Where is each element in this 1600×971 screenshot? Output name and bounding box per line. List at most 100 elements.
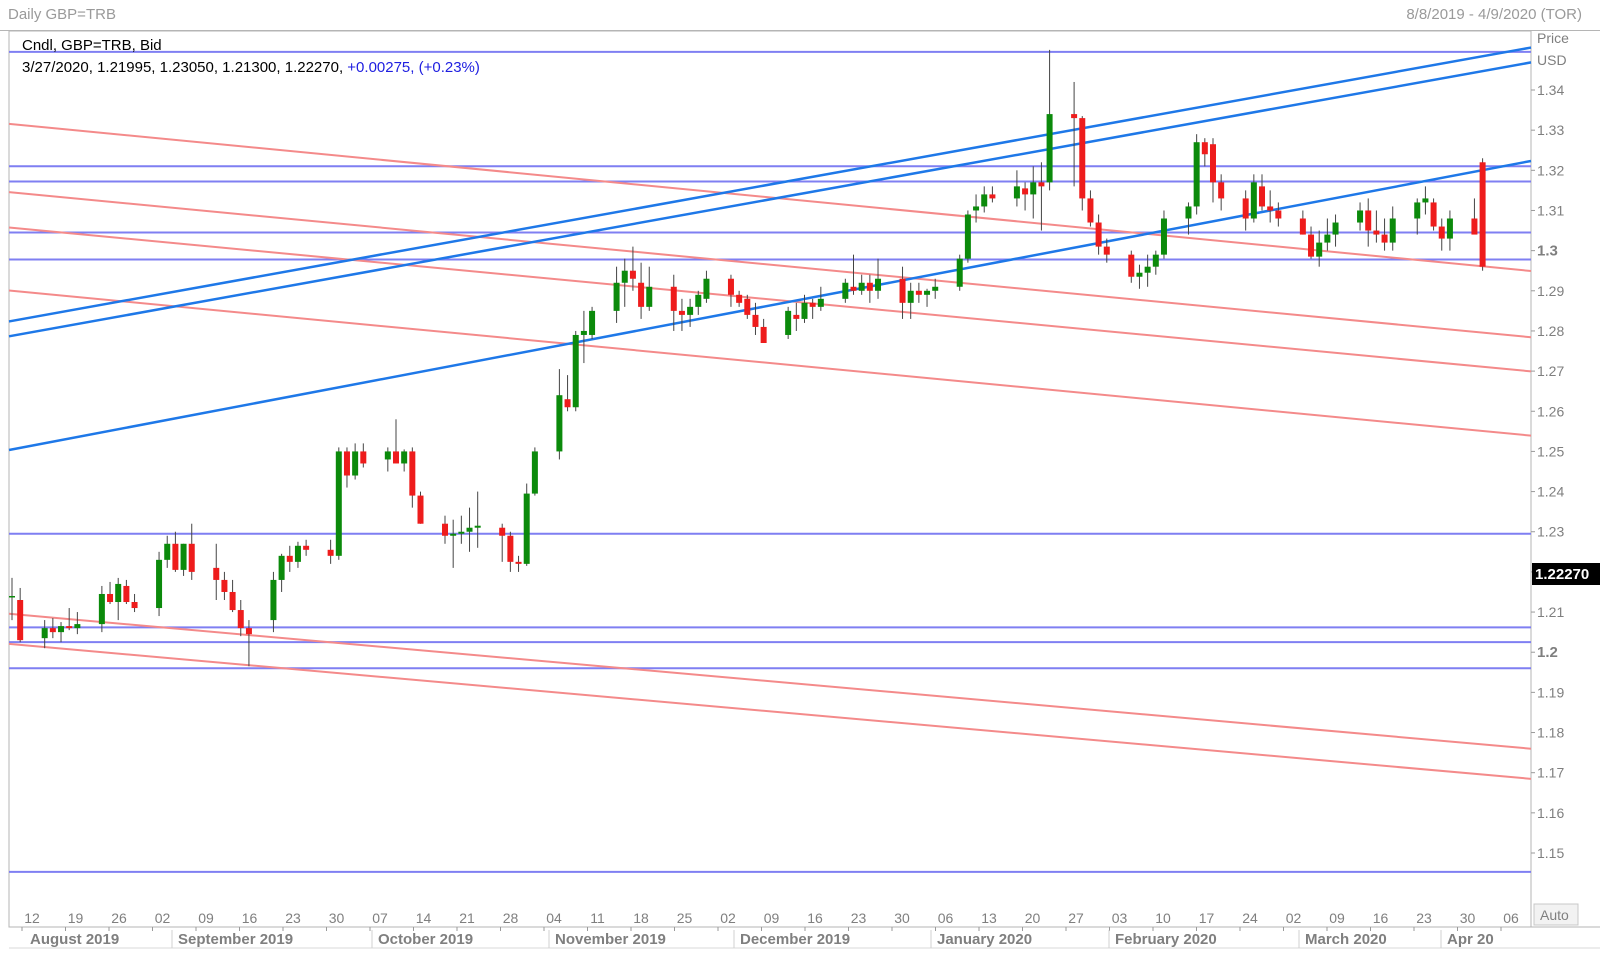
candle-body-76 xyxy=(875,278,882,291)
x-tick-label-7: 30 xyxy=(329,910,345,926)
candle-body-48 xyxy=(564,399,571,408)
candle-body-59 xyxy=(687,306,694,315)
candle-body-45 xyxy=(523,493,530,564)
candle-body-41 xyxy=(474,525,481,528)
candle-body-57 xyxy=(670,286,677,311)
y-tick-label-8: 1.23 xyxy=(1537,524,1564,540)
last-price-label: 1.22270 xyxy=(1535,566,1589,583)
candle-body-27 xyxy=(327,549,334,556)
x-tick-label-18: 16 xyxy=(807,910,823,926)
x-tick-label-28: 24 xyxy=(1242,910,1258,926)
candle-body-69 xyxy=(801,302,808,319)
candle-body-112 xyxy=(1299,218,1306,235)
y-tick-label-4: 1.19 xyxy=(1537,684,1564,700)
legend-line-1: Cndl, GBP=TRB, Bid xyxy=(22,37,162,54)
month-label-8: Apr 20 xyxy=(1447,931,1494,948)
x-tick-label-14: 18 xyxy=(633,910,649,926)
x-tick-label-5: 16 xyxy=(242,910,258,926)
candle-body-39 xyxy=(458,531,465,534)
candle-body-72 xyxy=(842,282,849,299)
candle-body-67 xyxy=(785,310,792,335)
candle-body-78 xyxy=(907,290,914,303)
x-tick-label-24: 27 xyxy=(1068,910,1084,926)
y-tick-label-17: 1.32 xyxy=(1537,162,1564,178)
candle-body-12 xyxy=(156,559,163,609)
candle-body-100 xyxy=(1152,254,1159,267)
candle-body-8 xyxy=(107,593,114,603)
y-tick-label-1: 1.16 xyxy=(1537,805,1564,821)
x-tick-label-19: 23 xyxy=(851,910,867,926)
candle-body-34 xyxy=(401,451,408,464)
candle-body-32 xyxy=(384,451,391,460)
candle-body-98 xyxy=(1136,272,1143,277)
candle-body-77 xyxy=(899,278,906,303)
x-tick-label-30: 09 xyxy=(1329,910,1345,926)
candle-body-49 xyxy=(572,334,579,408)
candle-body-80 xyxy=(924,290,931,295)
x-tick-label-0: 12 xyxy=(24,910,40,926)
x-tick-label-2: 26 xyxy=(111,910,127,926)
candlestick-chart[interactable]: 1.151.161.171.181.191.21.211.221.231.241… xyxy=(0,0,1600,971)
candle-body-21 xyxy=(245,628,252,635)
y-tick-label-3: 1.18 xyxy=(1537,725,1564,741)
candle-body-92 xyxy=(1071,114,1078,119)
candle-body-114 xyxy=(1316,242,1323,257)
candle-body-1 xyxy=(17,600,24,641)
x-tick-label-10: 21 xyxy=(459,910,475,926)
candle-body-44 xyxy=(515,561,522,564)
time-axis: 12 19 26 02 09 16 23 30 07 14 21 28 04 11 18 25 02 09 16 23… xyxy=(21,910,1519,948)
price-axis-unit: USD xyxy=(1537,52,1567,68)
x-tick-label-11: 28 xyxy=(503,910,519,926)
candle-body-105 xyxy=(1209,144,1216,183)
candle-body-116 xyxy=(1332,222,1339,235)
candle-body-31 xyxy=(360,451,367,464)
candle-body-47 xyxy=(556,395,563,452)
candle-body-35 xyxy=(409,451,416,496)
candle-body-52 xyxy=(613,282,620,311)
candle-body-13 xyxy=(164,543,171,560)
x-tick-label-32: 23 xyxy=(1416,910,1432,926)
x-tick-label-6: 23 xyxy=(285,910,301,926)
y-tick-label-19: 1.34 xyxy=(1537,82,1564,98)
candle-body-33 xyxy=(392,451,399,464)
candle-body-96 xyxy=(1103,246,1110,255)
candle-body-18 xyxy=(221,579,228,592)
month-label-2: October 2019 xyxy=(378,931,473,948)
y-tick-label-16: 1.31 xyxy=(1537,202,1564,218)
candle-body-10 xyxy=(123,585,130,603)
candle-body-103 xyxy=(1193,142,1200,207)
x-tick-label-21: 06 xyxy=(938,910,954,926)
candle-body-82 xyxy=(956,258,963,287)
candle-body-71 xyxy=(817,298,824,307)
x-tick-label-22: 13 xyxy=(981,910,997,926)
candle-body-58 xyxy=(678,310,685,315)
candle-body-42 xyxy=(499,527,506,536)
candle-body-70 xyxy=(809,302,816,307)
candle-body-74 xyxy=(858,282,865,291)
candle-body-62 xyxy=(727,278,734,295)
y-tick-label-10: 1.25 xyxy=(1537,443,1564,459)
candle-body-83 xyxy=(964,214,971,259)
y-tick-label-18: 1.33 xyxy=(1537,122,1564,138)
candle-body-123 xyxy=(1422,198,1429,203)
candle-body-29 xyxy=(343,451,350,476)
legend-ohlc: 3/27/2020, 1.21995, 1.23050, 1.21300, 1.… xyxy=(22,59,347,76)
candle-body-26 xyxy=(303,545,310,550)
candle-body-16 xyxy=(188,543,195,572)
candle-body-63 xyxy=(736,294,743,303)
x-tick-label-12: 04 xyxy=(546,910,562,926)
candle-body-84 xyxy=(973,206,980,211)
candle-body-14 xyxy=(172,543,179,570)
candle-body-119 xyxy=(1373,230,1380,235)
candle-body-101 xyxy=(1160,218,1167,255)
x-tick-label-23: 20 xyxy=(1025,910,1041,926)
candle-body-120 xyxy=(1381,234,1388,243)
x-tick-label-16: 02 xyxy=(720,910,736,926)
candle-body-115 xyxy=(1324,234,1331,243)
candle-body-94 xyxy=(1087,198,1094,223)
candle-body-85 xyxy=(981,194,988,207)
candle-body-104 xyxy=(1201,142,1208,155)
auto-label: Auto xyxy=(1540,907,1569,923)
y-tick-label-14: 1.29 xyxy=(1537,283,1564,299)
candle-body-128 xyxy=(1479,162,1486,267)
